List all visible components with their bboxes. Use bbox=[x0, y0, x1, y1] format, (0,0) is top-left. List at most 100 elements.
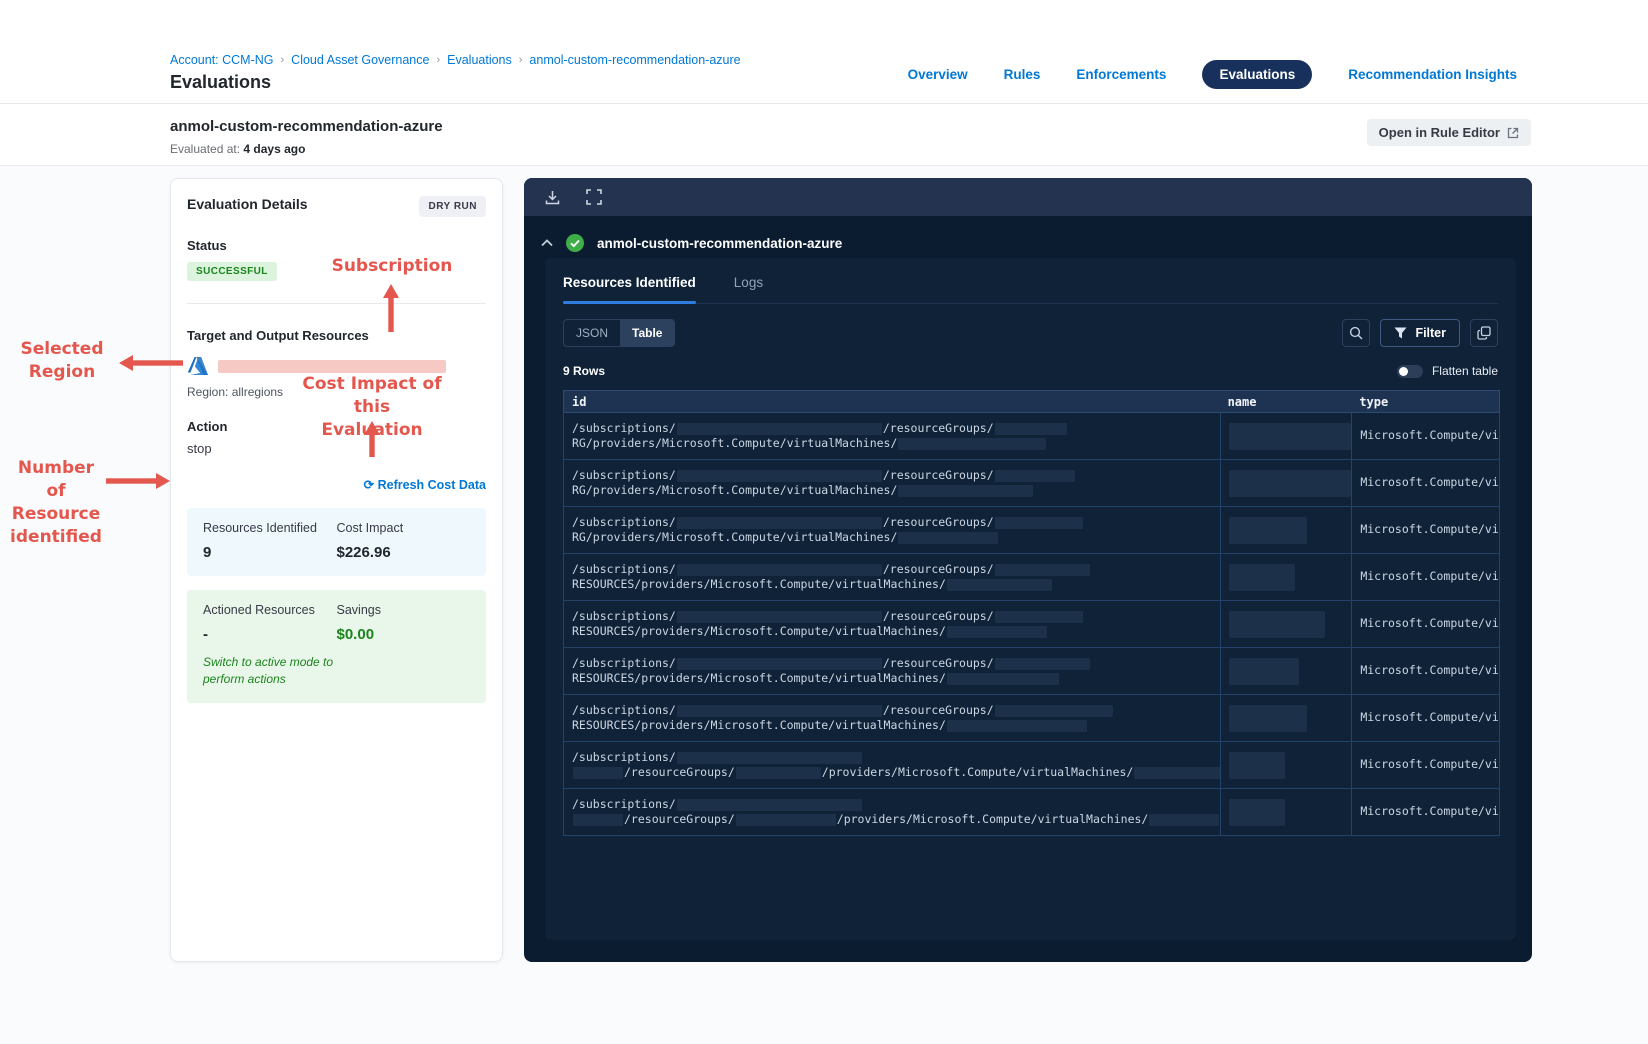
action-value: stop bbox=[187, 441, 212, 456]
tab-resources-identified[interactable]: Resources Identified bbox=[563, 275, 696, 304]
id-text: /resourceGroups/ bbox=[624, 812, 735, 826]
tab-overview[interactable]: Overview bbox=[908, 67, 968, 82]
evaluation-details-card: Evaluation Details DRY RUN Status SUCCES… bbox=[170, 178, 503, 962]
filter-button[interactable]: Filter bbox=[1380, 319, 1460, 347]
results-panel: anmol-custom-recommendation-azure Resour… bbox=[524, 178, 1532, 962]
annotation-subscription: Subscription bbox=[331, 256, 453, 276]
cell-id: /subscriptions/ /resourceGroups/RESOURCES… bbox=[564, 601, 1220, 647]
resource-id-line: /subscriptions/ /resourceGroups/ bbox=[572, 609, 1220, 624]
download-button[interactable] bbox=[544, 189, 561, 206]
fullscreen-button[interactable] bbox=[586, 189, 602, 205]
cost-impact-value: $226.96 bbox=[336, 544, 391, 561]
collapse-button[interactable] bbox=[541, 239, 553, 247]
redacted-value bbox=[676, 657, 882, 670]
cell-id: /subscriptions//resourceGroups/ /provider… bbox=[564, 789, 1220, 835]
cell-type: Microsoft.Compute/virtu bbox=[1351, 789, 1499, 835]
resource-id-line: /subscriptions/ /resourceGroups/ bbox=[572, 468, 1220, 483]
table-header: id name type bbox=[563, 390, 1500, 413]
divider bbox=[187, 303, 486, 304]
cell-name bbox=[1219, 742, 1352, 788]
cell-name bbox=[1219, 789, 1352, 835]
annotation-resources-line3: identified bbox=[10, 527, 102, 547]
id-text: /subscriptions/ bbox=[572, 656, 676, 670]
id-text: /subscriptions/ bbox=[572, 515, 676, 529]
annotation-arrow-selected-region bbox=[119, 355, 183, 371]
id-text: RESOURCES/providers/Microsoft.Compute/vi… bbox=[572, 624, 946, 638]
tab-evaluations[interactable]: Evaluations bbox=[1202, 60, 1313, 89]
target-resources-label: Target and Output Resources bbox=[187, 328, 369, 343]
redacted-value bbox=[994, 422, 1067, 435]
tab-logs[interactable]: Logs bbox=[734, 275, 763, 303]
tab-enforcements[interactable]: Enforcements bbox=[1076, 67, 1166, 82]
breadcrumb-evaluations[interactable]: Evaluations bbox=[447, 53, 512, 67]
breadcrumb-account[interactable]: Account: CCM-NG bbox=[170, 53, 274, 67]
flatten-table-toggle[interactable]: Flatten table bbox=[1396, 364, 1498, 378]
resource-id-line: RESOURCES/providers/Microsoft.Compute/vi… bbox=[572, 671, 1220, 686]
id-text: /resourceGroups/ bbox=[882, 421, 994, 435]
switch-mode-note: Switch to active mode to perform actions bbox=[203, 655, 334, 686]
id-text: RG/providers/Microsoft.Compute/virtualMa… bbox=[572, 483, 898, 497]
annotation-resources-line2: Resource bbox=[11, 504, 101, 524]
open-rule-editor-button[interactable]: Open in Rule Editor bbox=[1366, 119, 1531, 146]
redacted-value bbox=[676, 610, 882, 623]
id-text: /providers/Microsoft.Compute/virtualMach… bbox=[836, 812, 1149, 826]
status-label: Status bbox=[187, 238, 227, 253]
toggle-knob bbox=[1396, 364, 1423, 378]
id-text: /resourceGroups/ bbox=[624, 765, 735, 779]
redacted-value bbox=[676, 422, 882, 435]
resource-id-line: RESOURCES/providers/Microsoft.Compute/vi… bbox=[572, 577, 1220, 592]
resource-type-value: Microsoft.Compute/virtu bbox=[1360, 616, 1499, 630]
tab-rules[interactable]: Rules bbox=[1004, 67, 1041, 82]
breadcrumb-governance[interactable]: Cloud Asset Governance bbox=[291, 53, 429, 67]
cell-name bbox=[1219, 460, 1352, 506]
column-header-type: type bbox=[1359, 394, 1389, 409]
id-text: /subscriptions/ bbox=[572, 562, 676, 576]
table-row: /subscriptions/ /resourceGroups/RG/provid… bbox=[564, 460, 1499, 507]
tab-recommendation-insights[interactable]: Recommendation Insights bbox=[1348, 67, 1517, 82]
savings-value: $0.00 bbox=[336, 626, 375, 643]
annotation-arrow-subscription bbox=[383, 284, 399, 332]
resource-id-line: /subscriptions/ bbox=[572, 750, 1220, 765]
cell-id: /subscriptions/ /resourceGroups/RESOURCES… bbox=[564, 648, 1220, 694]
redacted-value bbox=[573, 766, 623, 779]
top-nav: Overview Rules Enforcements Evaluations … bbox=[908, 60, 1517, 89]
id-text: /resourceGroups/ bbox=[882, 609, 994, 623]
view-table-button[interactable]: Table bbox=[620, 320, 675, 346]
copy-icon bbox=[1477, 326, 1491, 340]
cell-id: /subscriptions/ /resourceGroups/RESOURCES… bbox=[564, 554, 1220, 600]
annotation-cost-impact-line1: Cost Impact of this bbox=[302, 374, 442, 417]
redacted-value bbox=[946, 625, 1047, 638]
table-row: /subscriptions/ /resourceGroups/RG/provid… bbox=[564, 507, 1499, 554]
redacted-value bbox=[898, 437, 1047, 450]
fullscreen-icon bbox=[586, 189, 602, 205]
redacted-name bbox=[1228, 470, 1351, 497]
external-link-icon bbox=[1507, 127, 1519, 138]
resource-type-value: Microsoft.Compute/virtu bbox=[1360, 663, 1499, 677]
view-json-button[interactable]: JSON bbox=[564, 320, 620, 346]
cell-name bbox=[1219, 695, 1352, 741]
id-text: /resourceGroups/ bbox=[882, 468, 994, 482]
table-row: /subscriptions/ /resourceGroups/RESOURCES… bbox=[564, 695, 1499, 742]
evaluation-subheader: anmol-custom-recommendation-azure Evalua… bbox=[0, 104, 1648, 166]
cell-name bbox=[1219, 507, 1352, 553]
resource-id-line: RESOURCES/providers/Microsoft.Compute/vi… bbox=[572, 718, 1220, 733]
open-rule-editor-label: Open in Rule Editor bbox=[1378, 125, 1500, 140]
id-text: /subscriptions/ bbox=[572, 421, 676, 435]
chevron-right-icon: › bbox=[280, 54, 285, 66]
resource-id-line: RG/providers/Microsoft.Compute/virtualMa… bbox=[572, 436, 1220, 451]
resource-id-line: /subscriptions/ /resourceGroups/ bbox=[572, 515, 1220, 530]
resource-id-line: RESOURCES/providers/Microsoft.Compute/vi… bbox=[572, 624, 1220, 639]
chevron-up-icon bbox=[541, 239, 553, 247]
refresh-cost-data-link[interactable]: ⟳ Refresh Cost Data bbox=[364, 478, 486, 492]
resource-type-value: Microsoft.Compute/virtu bbox=[1360, 475, 1499, 489]
resource-type-value: Microsoft.Compute/virtu bbox=[1360, 757, 1499, 771]
redacted-name bbox=[1228, 517, 1307, 544]
table-row: /subscriptions/ /resourceGroups/RG/provid… bbox=[564, 413, 1499, 460]
cell-type: Microsoft.Compute/virtu bbox=[1351, 601, 1499, 647]
copy-button[interactable] bbox=[1470, 319, 1498, 347]
id-text: /subscriptions/ bbox=[572, 703, 676, 717]
redacted-name bbox=[1228, 611, 1325, 638]
search-button[interactable] bbox=[1342, 319, 1371, 347]
resource-id-line: /subscriptions/ /resourceGroups/ bbox=[572, 562, 1220, 577]
cell-name bbox=[1219, 648, 1352, 694]
